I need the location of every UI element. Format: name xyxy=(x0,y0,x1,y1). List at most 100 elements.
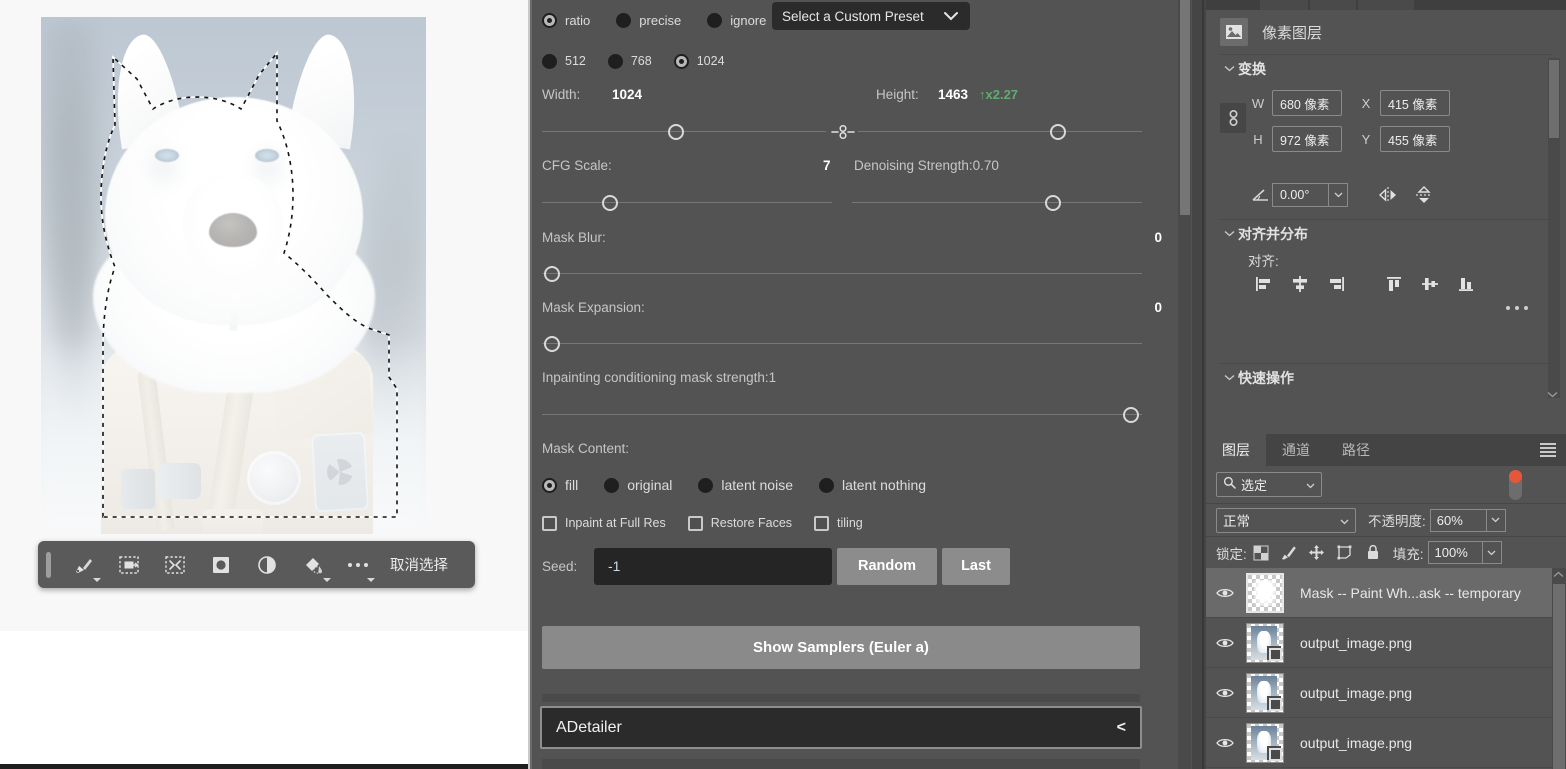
properties-scrollbar-thumb[interactable] xyxy=(1549,60,1559,138)
transform-h-field[interactable]: 972 像素 xyxy=(1272,126,1342,152)
quick-actions-header[interactable]: 快速操作 xyxy=(1220,364,1552,392)
panel-tab-strip[interactable] xyxy=(1206,0,1566,10)
transform-angle-field[interactable]: 0.00° xyxy=(1272,183,1328,207)
align-bottom-icon[interactable] xyxy=(1448,270,1484,298)
radio-option-512[interactable]: 512 xyxy=(542,53,586,69)
panel-menu-icon[interactable] xyxy=(1540,443,1556,457)
transform-section[interactable]: 变换 W 680 像素 X 415 像素 H 972 像素 Y 455 像素 0… xyxy=(1220,54,1552,219)
chevron-down-icon[interactable] xyxy=(93,577,101,582)
layer-thumbnail[interactable] xyxy=(1246,672,1284,713)
transform-x-field[interactable]: 415 像素 xyxy=(1380,90,1450,116)
chevron-down-icon[interactable] xyxy=(1306,476,1315,494)
radio-ratio-icon[interactable] xyxy=(542,12,557,28)
flip-horizontal-icon[interactable] xyxy=(1370,186,1406,204)
radio-original-icon[interactable] xyxy=(604,477,620,493)
opacity-field[interactable]: 60% xyxy=(1429,508,1486,532)
task-bar-drag-handle[interactable] xyxy=(46,551,51,578)
stable-diffusion-plugin-panel[interactable]: ratio precise ignore Select a Custom Pre… xyxy=(530,0,1192,769)
select-subject-brush-icon[interactable] xyxy=(60,545,106,585)
fill-stepper-chevron-icon[interactable] xyxy=(1481,541,1502,564)
invert-selection-icon[interactable] xyxy=(152,545,198,585)
radio-fill-icon[interactable] xyxy=(542,477,557,493)
radio-1024-icon[interactable] xyxy=(673,53,689,69)
cfg-slider-knob[interactable] xyxy=(602,195,618,211)
deselect-button[interactable]: 取消选择 xyxy=(390,554,448,575)
mask-blur-slider-track[interactable] xyxy=(542,273,1142,274)
layer-visibility-eye-icon[interactable] xyxy=(1206,737,1244,749)
contextual-task-bar[interactable]: 取消选择 xyxy=(38,541,475,588)
more-align-options-icon[interactable] xyxy=(1506,306,1528,310)
link-dimensions-icon[interactable] xyxy=(830,124,856,143)
radio-option-768[interactable]: 768 xyxy=(607,53,652,69)
mask-selection-icon[interactable] xyxy=(198,545,244,585)
checkbox-inpaint-full-res[interactable]: Inpaint at Full Res xyxy=(542,515,666,531)
chevron-down-icon[interactable] xyxy=(323,577,331,582)
layer-visibility-eye-icon[interactable] xyxy=(1206,587,1244,599)
scroll-up-arrow-icon[interactable] xyxy=(1553,570,1564,581)
radio-precise-icon[interactable] xyxy=(616,12,632,28)
opacity-stepper-chevron-icon[interactable] xyxy=(1485,508,1506,532)
layer-row[interactable]: Mask -- Paint Wh...ask -- temporary xyxy=(1206,568,1552,618)
blend-opacity-row[interactable]: 正常 不透明度: 60% xyxy=(1206,503,1566,536)
lock-position-icon[interactable] xyxy=(1303,541,1331,565)
properties-panel[interactable]: 像素图层 变换 W 680 像素 X 415 像素 H 972 像素 Y 455… xyxy=(1206,10,1566,430)
align-center-vertical-icon[interactable] xyxy=(1412,270,1448,298)
flip-vertical-icon[interactable] xyxy=(1406,185,1442,205)
width-slider-knob[interactable] xyxy=(668,124,684,140)
tab-paths[interactable]: 路径 xyxy=(1326,434,1386,466)
mask-expansion-slider-knob[interactable] xyxy=(544,336,560,352)
radio-option-latent-nothing[interactable]: latent nothing xyxy=(818,477,926,493)
seed-row[interactable]: Seed: -1 Random Last xyxy=(542,545,1162,587)
radio-ignore-icon[interactable] xyxy=(707,12,723,28)
height-slider-knob[interactable] xyxy=(1050,124,1066,140)
photoshop-panels[interactable]: 像素图层 变换 W 680 像素 X 415 像素 H 972 像素 Y 455… xyxy=(1192,0,1566,769)
align-button-group[interactable] xyxy=(1246,270,1484,298)
layers-list[interactable]: Mask -- Paint Wh...ask -- temporary outp… xyxy=(1206,568,1552,769)
layer-filter-toggle[interactable] xyxy=(1509,470,1522,500)
mask-blur-slider-knob[interactable] xyxy=(544,266,560,282)
adjustment-layer-icon[interactable] xyxy=(244,545,290,585)
chevron-down-icon[interactable] xyxy=(1328,183,1348,207)
transform-w-field[interactable]: 680 像素 xyxy=(1272,90,1342,116)
checkbox-inpaint-full-res-icon[interactable] xyxy=(542,515,557,531)
quick-actions-section[interactable]: 快速操作 xyxy=(1220,363,1552,423)
checkbox-tiling-icon[interactable] xyxy=(814,515,830,531)
chevron-down-icon[interactable] xyxy=(1220,372,1238,384)
layer-row[interactable]: output_image.png xyxy=(1206,668,1552,718)
tab-channels[interactable]: 通道 xyxy=(1266,434,1326,466)
layer-row[interactable]: output_image.png xyxy=(1206,718,1552,768)
cfg-slider-track[interactable] xyxy=(542,202,832,203)
align-center-horizontal-icon[interactable] xyxy=(1282,270,1318,298)
denoising-slider-knob[interactable] xyxy=(1045,195,1061,211)
more-options-icon[interactable] xyxy=(336,545,380,585)
radio-option-original[interactable]: original xyxy=(604,477,672,493)
width-slider-track[interactable] xyxy=(542,131,826,132)
custom-preset-select[interactable]: Select a Custom Preset xyxy=(772,2,970,30)
denoising-slider-track[interactable] xyxy=(852,202,1142,203)
transform-row-h-y[interactable]: H 972 像素 Y 455 像素 xyxy=(1248,125,1450,153)
chevron-down-icon[interactable] xyxy=(1340,513,1349,528)
panel-tab-3[interactable] xyxy=(1358,0,1414,10)
radio-latent-noise-icon[interactable] xyxy=(698,477,714,493)
layer-thumbnail[interactable] xyxy=(1246,722,1284,763)
chevron-down-icon[interactable] xyxy=(367,577,375,582)
layer-thumbnail[interactable] xyxy=(1246,622,1284,663)
tab-layers[interactable]: 图层 xyxy=(1206,434,1266,466)
radio-option-ratio[interactable]: ratio xyxy=(542,12,590,28)
show-samplers-button[interactable]: Show Samplers (Euler a) xyxy=(542,626,1140,669)
lock-image-pixels-icon[interactable] xyxy=(1275,541,1303,565)
align-left-icon[interactable] xyxy=(1246,270,1282,298)
transform-section-header[interactable]: 变换 xyxy=(1220,55,1552,83)
blend-mode-select[interactable]: 正常 xyxy=(1216,507,1356,533)
checkbox-restore-faces[interactable]: Restore Faces xyxy=(687,515,792,531)
transform-fields[interactable]: W 680 像素 X 415 像素 H 972 像素 Y 455 像素 xyxy=(1248,89,1450,161)
align-section-header[interactable]: 对齐并分布 xyxy=(1220,220,1552,248)
layers-panel-tabs[interactable]: 图层 通道 路径 xyxy=(1206,434,1566,466)
radio-option-precise[interactable]: precise xyxy=(616,12,681,28)
transform-angle-row[interactable]: 0.00° xyxy=(1248,183,1442,207)
layer-visibility-eye-icon[interactable] xyxy=(1206,637,1244,649)
panel-tab-2[interactable] xyxy=(1310,0,1356,10)
random-seed-button[interactable]: Random xyxy=(837,547,937,585)
lock-transparent-pixels-icon[interactable] xyxy=(1247,541,1275,565)
radio-option-ignore[interactable]: ignore xyxy=(707,12,766,28)
